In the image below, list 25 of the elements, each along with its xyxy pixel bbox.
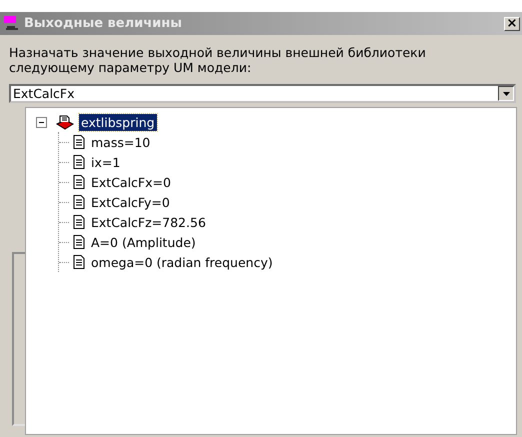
parameter-combo[interactable]: ExtCalcFx xyxy=(9,84,516,103)
tree-item[interactable]: A=0 (Amplitude) xyxy=(89,234,198,250)
tree-item[interactable]: ix=1 xyxy=(89,154,122,170)
collapse-toggle[interactable] xyxy=(36,116,47,128)
combo-value: ExtCalcFx xyxy=(12,86,76,101)
document-icon xyxy=(73,255,85,269)
prompt-text: Назначать значение выходной величины внешней библиотеки следующему параметру UM модели: xyxy=(9,45,427,75)
tree-item[interactable]: ExtCalcFy=0 xyxy=(89,194,172,210)
caret-icon xyxy=(502,92,510,96)
tree-item[interactable]: mass=10 xyxy=(89,134,152,150)
window-title: Выходные величины xyxy=(24,16,184,31)
document-icon xyxy=(73,235,85,249)
disk-drive-icon xyxy=(55,113,75,131)
tree-item[interactable]: ExtCalcFz=782.56 xyxy=(89,214,208,230)
tree-item[interactable]: omega=0 (radian frequency) xyxy=(89,254,275,270)
close-button[interactable]: × xyxy=(504,16,520,30)
document-icon xyxy=(73,155,85,169)
document-icon xyxy=(73,195,85,209)
tree-item[interactable]: ExtCalcFx=0 xyxy=(89,174,173,190)
document-icon xyxy=(73,215,85,229)
dropdown-button[interactable] xyxy=(498,86,514,101)
document-icon xyxy=(73,175,85,189)
app-icon xyxy=(4,16,20,32)
tree-item[interactable]: extlibspring xyxy=(79,114,157,130)
document-icon xyxy=(73,135,85,149)
